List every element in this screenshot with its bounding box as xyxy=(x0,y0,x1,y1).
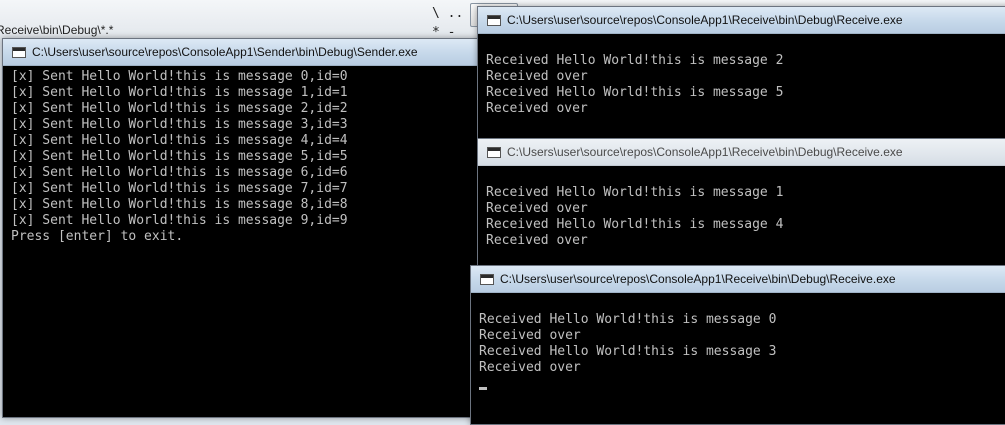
console-line: Received Hello World!this is message 2 xyxy=(486,53,784,68)
console-line: [x] Sent Hello World!this is message 5,i… xyxy=(11,149,348,164)
receiver-console-window-3[interactable]: C:\Users\user\source\repos\ConsoleApp1\R… xyxy=(470,265,1005,425)
receiver-2-console-output[interactable]: Received Hello World!this is message 1 R… xyxy=(485,166,1005,277)
console-line: Received Hello World!this is message 3 xyxy=(479,344,777,359)
text-cursor xyxy=(479,387,487,390)
console-app-icon xyxy=(487,146,501,158)
console-line: Received over xyxy=(479,328,581,343)
background-path-label: Receive\bin\Debug\*.* xyxy=(0,23,114,37)
console-app-icon xyxy=(480,273,494,285)
console-line: Received Hello World!this is message 0 xyxy=(479,312,777,327)
console-line: [x] Sent Hello World!this is message 3,i… xyxy=(11,117,348,132)
console-line: [x] Sent Hello World!this is message 0,i… xyxy=(11,69,348,84)
console-line: Received over xyxy=(486,69,588,84)
background-glyph-line-1: \ .. xyxy=(432,6,464,21)
console-line: Received over xyxy=(486,201,588,216)
console-app-icon xyxy=(12,46,26,58)
receiver-2-window-title: C:\Users\user\source\repos\ConsoleApp1\R… xyxy=(507,145,903,159)
receiver-1-console-output[interactable]: Received Hello World!this is message 2 R… xyxy=(485,34,1005,145)
console-cursor-line xyxy=(479,376,1005,392)
console-line: [x] Sent Hello World!this is message 4,i… xyxy=(11,133,348,148)
console-line: Received over xyxy=(486,233,588,248)
console-line: [x] Sent Hello World!this is message 7,i… xyxy=(11,181,348,196)
console-line: [x] Sent Hello World!this is message 1,i… xyxy=(11,85,348,100)
console-line: Received Hello World!this is message 1 xyxy=(486,185,784,200)
console-line: Press [enter] to exit. xyxy=(11,229,184,244)
console-app-icon xyxy=(487,14,501,26)
receiver-console-window-1[interactable]: C:\Users\user\source\repos\ConsoleApp1\R… xyxy=(477,6,1005,146)
console-line: [x] Sent Hello World!this is message 6,i… xyxy=(11,165,348,180)
background-glyphs: \ .. * - xyxy=(432,4,463,42)
receiver-2-title-bar[interactable]: C:\Users\user\source\repos\ConsoleApp1\R… xyxy=(478,139,1005,166)
console-line: Received over xyxy=(479,360,581,375)
receiver-3-console-output[interactable]: Received Hello World!this is message 0 R… xyxy=(478,293,1005,424)
console-line: [x] Sent Hello World!this is message 8,i… xyxy=(11,197,348,212)
receiver-3-title-bar[interactable]: C:\Users\user\source\repos\ConsoleApp1\R… xyxy=(471,266,1005,293)
receiver-1-title-bar[interactable]: C:\Users\user\source\repos\ConsoleApp1\R… xyxy=(478,7,1005,34)
sender-console-window[interactable]: C:\Users\user\source\repos\ConsoleApp1\S… xyxy=(2,38,522,418)
console-line: Received Hello World!this is message 5 xyxy=(486,85,784,100)
receiver-3-window-title: C:\Users\user\source\repos\ConsoleApp1\R… xyxy=(500,272,896,286)
console-line: Received Hello World!this is message 4 xyxy=(486,217,784,232)
console-line: Received over xyxy=(486,101,588,116)
sender-window-title: C:\Users\user\source\repos\ConsoleApp1\S… xyxy=(32,45,418,59)
sender-title-bar[interactable]: C:\Users\user\source\repos\ConsoleApp1\S… xyxy=(3,39,521,66)
console-line: [x] Sent Hello World!this is message 2,i… xyxy=(11,101,348,116)
receiver-console-window-2[interactable]: C:\Users\user\source\repos\ConsoleApp1\R… xyxy=(477,138,1005,278)
console-line: [x] Sent Hello World!this is message 9,i… xyxy=(11,213,348,228)
sender-console-output[interactable]: [x] Sent Hello World!this is message 0,i… xyxy=(10,66,521,417)
receiver-1-window-title: C:\Users\user\source\repos\ConsoleApp1\R… xyxy=(507,13,903,27)
